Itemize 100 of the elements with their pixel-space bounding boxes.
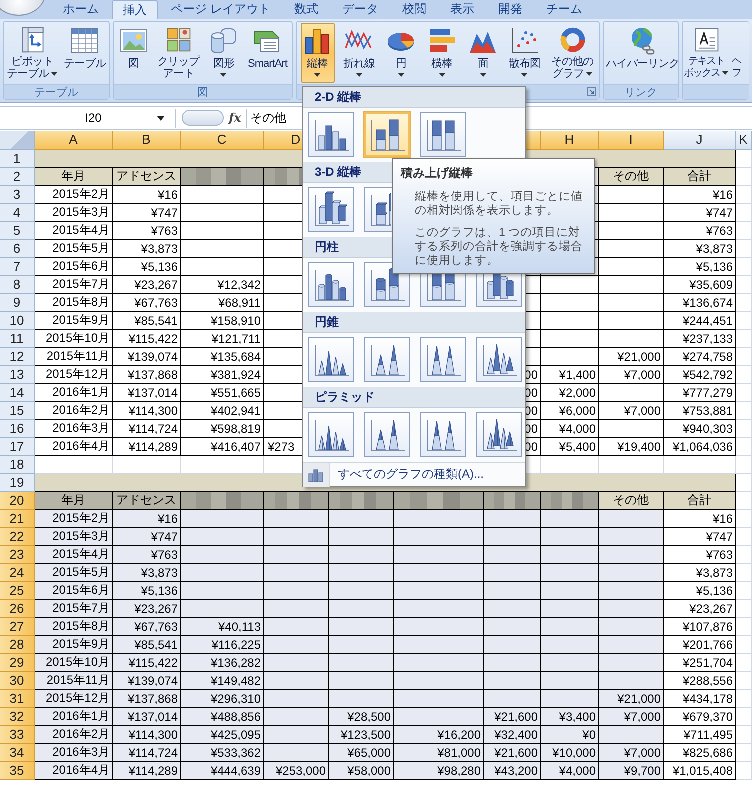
ribbon-button[interactable]: テーブル bbox=[62, 23, 108, 83]
row-header[interactable]: 13 bbox=[0, 366, 35, 384]
row-header[interactable]: 24 bbox=[0, 564, 35, 582]
table-cell: ¥763 bbox=[664, 546, 736, 564]
row-header[interactable]: 12 bbox=[0, 348, 35, 366]
chart-type-option[interactable] bbox=[308, 412, 354, 457]
table-cell: ¥139,074 bbox=[113, 348, 181, 366]
chart-type-option[interactable] bbox=[476, 412, 522, 457]
ribbon-tab[interactable]: ホーム bbox=[52, 0, 110, 19]
row-header[interactable]: 4 bbox=[0, 204, 35, 222]
row-header[interactable]: 5 bbox=[0, 222, 35, 240]
row-header[interactable]: 21 bbox=[0, 510, 35, 528]
table-cell: ¥123,500 bbox=[329, 726, 394, 744]
chart-type-option[interactable] bbox=[308, 337, 354, 382]
column-header[interactable]: I bbox=[599, 131, 664, 150]
empty-cell bbox=[736, 528, 752, 546]
name-box[interactable]: I20 bbox=[0, 108, 176, 128]
ribbon-tab[interactable]: データ bbox=[331, 0, 390, 19]
chart-type-option[interactable] bbox=[364, 337, 410, 382]
ribbon-button[interactable]: テキスト ボックス bbox=[683, 23, 730, 83]
ribbon-tab[interactable]: 表示 bbox=[439, 0, 486, 19]
chart-type-option[interactable] bbox=[420, 412, 466, 457]
ribbon-tab[interactable]: 開発 bbox=[487, 0, 534, 19]
row-header[interactable]: 35 bbox=[0, 762, 35, 780]
row-header[interactable]: 17 bbox=[0, 438, 35, 456]
empty-cell bbox=[736, 582, 752, 600]
ribbon-button[interactable]: ハイパーリンク bbox=[604, 23, 678, 83]
row-header[interactable]: 6 bbox=[0, 240, 35, 258]
ribbon-button[interactable]: ヘ フ bbox=[731, 23, 742, 83]
row-header[interactable]: 22 bbox=[0, 528, 35, 546]
chart-type-option[interactable] bbox=[308, 112, 354, 157]
empty-cell bbox=[599, 312, 664, 330]
table-cell: 2015年4月 bbox=[35, 222, 113, 240]
ribbon-tab[interactable]: ページ レイアウト bbox=[160, 0, 282, 19]
ribbon-button[interactable]: 面 bbox=[466, 23, 500, 83]
chart-type-option[interactable] bbox=[308, 187, 354, 232]
row-header[interactable]: 25 bbox=[0, 582, 35, 600]
ribbon-tab[interactable]: 校閲 bbox=[391, 0, 438, 19]
chart-type-option[interactable] bbox=[476, 337, 522, 382]
row-header[interactable]: 20 bbox=[0, 492, 35, 510]
column-title-cell: アドセンス bbox=[113, 492, 181, 510]
row-header[interactable]: 32 bbox=[0, 708, 35, 726]
ribbon-button[interactable]: ピボット テーブル bbox=[5, 23, 60, 83]
empty-cell bbox=[736, 672, 752, 690]
table-cell: ¥533,362 bbox=[181, 744, 264, 762]
column-header[interactable]: C bbox=[181, 131, 264, 150]
row-header[interactable]: 3 bbox=[0, 186, 35, 204]
ribbon-button[interactable]: 円 bbox=[384, 23, 418, 83]
chart-type-option[interactable] bbox=[420, 112, 466, 157]
ribbon-tab[interactable]: 数式 bbox=[283, 0, 330, 19]
row-header[interactable]: 8 bbox=[0, 276, 35, 294]
row-header[interactable]: 26 bbox=[0, 600, 35, 618]
dialog-launcher-icon[interactable] bbox=[587, 87, 596, 96]
row-header[interactable]: 15 bbox=[0, 402, 35, 420]
row-header[interactable]: 27 bbox=[0, 618, 35, 636]
row-header[interactable]: 2 bbox=[0, 168, 35, 186]
ribbon-button[interactable]: 図 bbox=[116, 23, 151, 83]
row-header[interactable]: 7 bbox=[0, 258, 35, 276]
row-header[interactable]: 1 bbox=[0, 150, 35, 168]
column-header[interactable]: K bbox=[736, 131, 752, 150]
ribbon-button[interactable]: クリップ アート bbox=[156, 23, 202, 83]
row-header[interactable]: 11 bbox=[0, 330, 35, 348]
row-header[interactable]: 29 bbox=[0, 654, 35, 672]
ribbon-tab[interactable]: 挿入 bbox=[112, 0, 158, 19]
chart-type-option[interactable] bbox=[364, 262, 410, 307]
row-header[interactable]: 23 bbox=[0, 546, 35, 564]
column-header[interactable]: J bbox=[664, 131, 736, 150]
ribbon-button[interactable]: 折れ線 bbox=[342, 23, 377, 83]
row-header[interactable]: 31 bbox=[0, 690, 35, 708]
empty-cell bbox=[599, 330, 664, 348]
row-header[interactable]: 14 bbox=[0, 384, 35, 402]
formula-bar-grip[interactable] bbox=[182, 110, 224, 126]
ribbon-tab[interactable]: チーム bbox=[535, 0, 594, 19]
table-cell: ¥1,064,036 bbox=[664, 438, 736, 456]
ribbon-button[interactable]: その他の グラフ bbox=[550, 23, 596, 83]
ribbon-button[interactable]: 図形 bbox=[206, 23, 241, 83]
row-header[interactable]: 16 bbox=[0, 420, 35, 438]
ribbon-button[interactable]: 縦棒 bbox=[300, 23, 334, 83]
column-header[interactable]: H bbox=[541, 131, 599, 150]
ribbon-button[interactable]: 横棒 bbox=[425, 23, 459, 83]
row-header[interactable]: 33 bbox=[0, 726, 35, 744]
column-header[interactable]: A bbox=[35, 131, 113, 150]
chart-type-option[interactable] bbox=[308, 262, 354, 307]
ribbon-button[interactable]: SmartArt bbox=[246, 23, 290, 83]
row-header[interactable]: 30 bbox=[0, 672, 35, 690]
row-header[interactable]: 28 bbox=[0, 636, 35, 654]
table-cell: ¥16 bbox=[664, 510, 736, 528]
chart-type-option[interactable] bbox=[364, 112, 410, 157]
chart-type-option[interactable] bbox=[364, 412, 410, 457]
column-header[interactable]: B bbox=[113, 131, 181, 150]
row-header[interactable]: 10 bbox=[0, 312, 35, 330]
row-header[interactable]: 9 bbox=[0, 294, 35, 312]
row-header[interactable]: 19 bbox=[0, 474, 35, 492]
row-header[interactable]: 18 bbox=[0, 456, 35, 474]
all-chart-types-item[interactable]: すべてのグラフの種類(A)... bbox=[303, 462, 525, 486]
row-header[interactable]: 34 bbox=[0, 744, 35, 762]
ribbon-button[interactable]: 散布図 bbox=[507, 23, 542, 83]
function-button[interactable]: fx bbox=[229, 111, 242, 125]
table-cell: ¥3,873 bbox=[664, 240, 736, 258]
chart-type-option[interactable] bbox=[420, 337, 466, 382]
